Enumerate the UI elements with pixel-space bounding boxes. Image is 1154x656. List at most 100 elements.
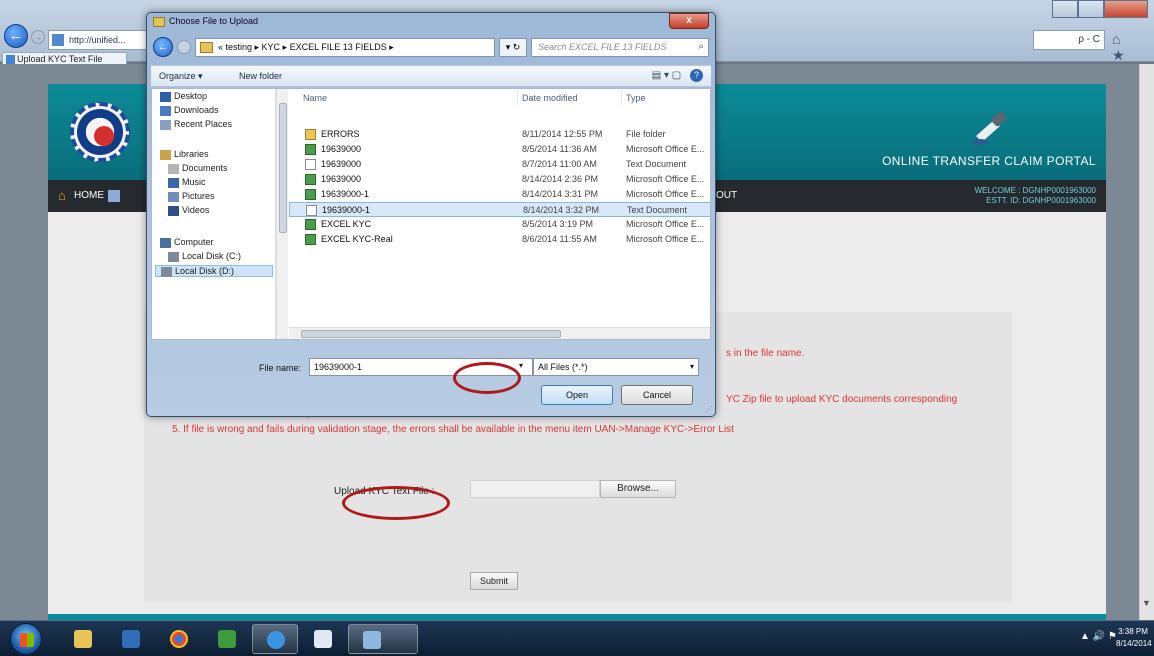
taskbar-ie[interactable]: [252, 624, 298, 654]
excel-file-icon: [305, 189, 316, 200]
nav-item-desktop[interactable]: Desktop: [160, 91, 207, 102]
system-tray[interactable]: ▲ 🔊 ⚑: [1080, 631, 1117, 642]
scroll-thumb[interactable]: [301, 330, 561, 338]
resize-grip-icon[interactable]: ⋰: [705, 405, 713, 414]
nav-logout[interactable]: OUT: [716, 190, 737, 201]
taskbar-app[interactable]: [204, 624, 250, 654]
file-row[interactable]: ERRORS 8/11/2014 12:55 PM File folder: [289, 127, 710, 142]
tab-title: Upload KYC Text File: [17, 54, 103, 64]
column-header-date[interactable]: Date modified: [522, 93, 578, 103]
nav-label: Local Disk (D:): [175, 266, 235, 276]
file-row[interactable]: 19639000-1 8/14/2014 3:31 PM Microsoft O…: [289, 187, 710, 202]
nav-label: Recent Places: [174, 119, 233, 129]
chevron-down-icon: ▾: [689, 362, 694, 371]
start-button[interactable]: [10, 623, 42, 655]
file-type: Text Document: [627, 205, 688, 215]
nav-home[interactable]: ⌂ HOME: [58, 188, 104, 203]
dialog-toolbar: Organize ▾ New folder ▤ ▾ ▢ ?: [151, 65, 711, 87]
file-upload-dialog: Choose File to Upload x ← « testing ▸ KY…: [146, 12, 716, 417]
maximize-button[interactable]: [1078, 0, 1104, 18]
file-type: Text Document: [626, 159, 687, 169]
nav-item-downloads[interactable]: Downloads: [160, 105, 219, 116]
nav-label: Libraries: [174, 149, 209, 159]
back-arrow-icon[interactable]: ←: [153, 37, 173, 57]
column-divider: [517, 91, 518, 105]
open-button[interactable]: Open: [541, 385, 613, 405]
minimize-button[interactable]: [1052, 0, 1078, 18]
excel-file-icon: [305, 144, 316, 155]
breadcrumb-path[interactable]: « testing ▸ KYC ▸ EXCEL FILE 13 FIELDS ▸: [195, 38, 495, 57]
new-folder-button[interactable]: New folder: [239, 71, 282, 81]
desktop-icon: [160, 92, 171, 102]
window-icon: [363, 631, 381, 649]
nav-item-libraries[interactable]: Libraries: [160, 149, 209, 160]
help-icon[interactable]: ?: [690, 69, 703, 82]
file-date: 8/14/2014 3:31 PM: [522, 189, 599, 199]
taskbar-media[interactable]: [108, 624, 154, 654]
file-date: 8/11/2014 12:55 PM: [522, 129, 603, 139]
nav-label: Music: [182, 177, 206, 187]
file-name: 19639000-1: [321, 189, 370, 199]
nav-item-music[interactable]: Music: [168, 177, 206, 188]
file-type: Microsoft Office E...: [626, 189, 705, 199]
view-options[interactable]: ▤ ▾ ▢ ?: [652, 69, 703, 82]
column-divider: [621, 91, 622, 105]
column-header-type[interactable]: Type: [626, 93, 646, 103]
file-row[interactable]: EXCEL KYC-Real 8/6/2014 11:55 AM Microso…: [289, 232, 710, 247]
file-type-select[interactable]: All Files (*.*) ▾: [533, 358, 699, 376]
forward-arrow-icon[interactable]: →: [31, 30, 45, 44]
close-window-button[interactable]: [1104, 0, 1148, 18]
file-path-input[interactable]: [470, 480, 600, 498]
file-name: 19639000: [321, 174, 362, 184]
file-row[interactable]: 19639000 8/7/2014 11:00 AM Text Document: [289, 157, 710, 172]
nav-item-pictures[interactable]: Pictures: [168, 191, 215, 202]
cancel-button[interactable]: Cancel: [621, 385, 693, 405]
file-type-value: All Files (*.*): [538, 362, 588, 372]
nav-item-computer[interactable]: Computer: [160, 237, 214, 248]
file-date: 8/6/2014 11:55 AM: [522, 234, 597, 244]
clock[interactable]: 3:38 PM 8/14/2014: [1116, 626, 1152, 650]
back-arrow-icon[interactable]: ←: [4, 24, 28, 48]
text-file-icon: [305, 159, 316, 170]
nav-item-recent-places[interactable]: Recent Places: [160, 119, 233, 130]
scroll-down-icon[interactable]: ▼: [1142, 598, 1151, 608]
page-scrollbar[interactable]: [1139, 64, 1154, 620]
search-refresh-box[interactable]: ρ - C: [1033, 30, 1105, 50]
drive-icon: [161, 267, 172, 277]
scroll-thumb[interactable]: [279, 103, 287, 233]
nav-menu-icon[interactable]: [108, 190, 120, 202]
nav-item-local-disk-c[interactable]: Local Disk (C:): [168, 251, 241, 262]
nav-item-documents[interactable]: Documents: [168, 163, 228, 174]
column-header-name[interactable]: Name: [303, 93, 327, 103]
file-list-scrollbar[interactable]: [289, 327, 710, 339]
window-controls: [1052, 0, 1148, 18]
file-row[interactable]: 19639000 8/5/2014 11:36 AM Microsoft Off…: [289, 142, 710, 157]
organize-menu[interactable]: Organize ▾: [159, 71, 203, 82]
app-icon: [218, 630, 236, 648]
nav-item-local-disk-d[interactable]: Local Disk (D:): [155, 265, 273, 277]
submit-button[interactable]: Submit: [470, 572, 518, 590]
excel-file-icon: [305, 174, 316, 185]
taskbar-explorer[interactable]: [60, 624, 106, 654]
chevron-down-icon[interactable]: ▾: [519, 361, 523, 370]
dialog-close-button[interactable]: x: [669, 13, 709, 29]
drive-icon: [168, 252, 179, 262]
file-date: 8/5/2014 11:36 AM: [522, 144, 597, 154]
clock-time: 3:38 PM: [1118, 627, 1148, 636]
browse-button[interactable]: Browse...: [600, 480, 676, 498]
file-row[interactable]: 19639000 8/14/2014 2:36 PM Microsoft Off…: [289, 172, 710, 187]
taskbar-notes[interactable]: [300, 624, 346, 654]
dialog-search-input[interactable]: Search EXCEL FILE 13 FIELDS ⌕: [531, 38, 709, 57]
file-row-selected[interactable]: 19639000-1 8/14/2014 3:32 PM Text Docume…: [289, 202, 710, 217]
nav-pane-scrollbar[interactable]: [276, 89, 288, 339]
page-icon: [52, 34, 64, 46]
music-icon: [168, 178, 179, 188]
refresh-icon[interactable]: ▾ ↻: [499, 38, 527, 57]
taskbar-dialog[interactable]: [348, 624, 418, 654]
portal-title: ONLINE TRANSFER CLAIM PORTAL: [882, 154, 1096, 168]
taskbar-chrome[interactable]: [156, 624, 202, 654]
nav-item-videos[interactable]: Videos: [168, 205, 209, 216]
dialog-title: Choose File to Upload: [169, 16, 259, 26]
forward-arrow-icon[interactable]: [177, 40, 191, 54]
file-row[interactable]: EXCEL KYC 8/5/2014 3:19 PM Microsoft Off…: [289, 217, 710, 232]
